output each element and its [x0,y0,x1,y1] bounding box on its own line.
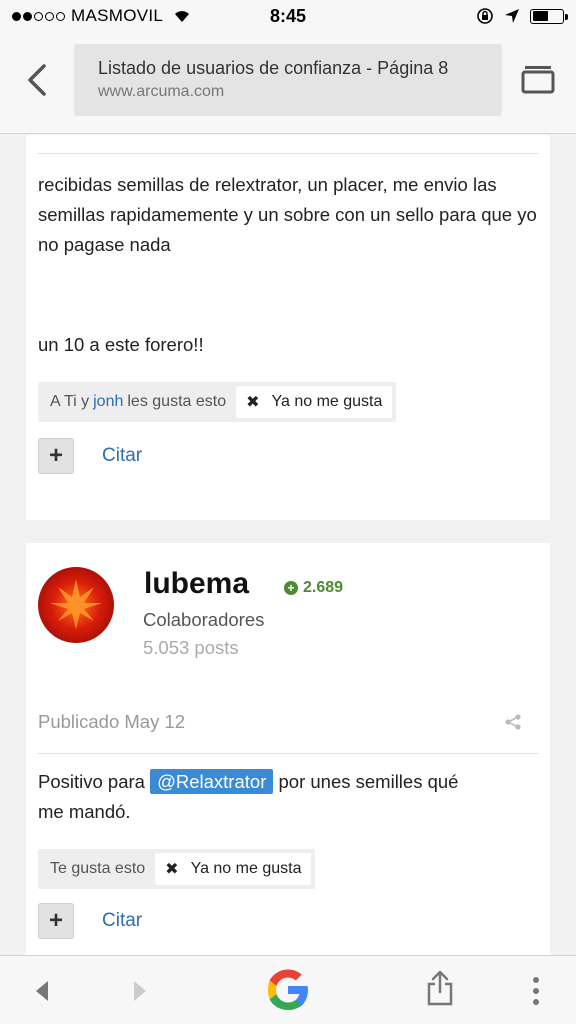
post-card: lubema + 2.689 Colaboradores 5.053 posts… [26,543,550,955]
tabs-icon[interactable] [521,64,555,94]
browser-toolbar: Listado de usuarios de confianza - Págin… [0,32,576,134]
reaction-text: Te gusta esto [50,860,146,877]
close-icon: ✖ [165,861,179,878]
plus-circle-icon: + [284,581,298,595]
share-upload-icon[interactable] [426,970,454,1006]
reputation-value: 2.689 [303,579,344,596]
leaf-icon [50,579,102,629]
signal-strength-icon [12,11,65,21]
post-date: Publicado May 12 [38,711,186,732]
back-icon[interactable] [32,978,52,1004]
lock-rotation-icon [477,8,493,24]
reaction-suffix: les gusta esto [127,393,227,410]
page-domain: www.arcuma.com [98,83,225,100]
unlike-label: Ya no me gusta [271,393,383,410]
post-paragraph: recibidas semillas de relextrator, un pl… [38,174,537,255]
multiquote-button[interactable]: + [38,438,74,474]
battery-icon [530,8,568,24]
author-name[interactable]: lubema [144,567,249,601]
multiquote-button[interactable]: + [38,903,74,939]
avatar[interactable] [38,567,114,643]
clock: 8:45 [269,5,307,26]
author-post-count: 5.053 posts [143,637,239,658]
google-icon[interactable] [264,966,312,1014]
author-group: Colaboradores [143,609,265,630]
back-arrow-icon[interactable] [22,62,54,98]
reputation-badge: + 2.689 [284,579,343,597]
reactions-bar: A Ti y jonh les gusta esto ✖ Ya no me gu… [38,382,397,422]
wifi-icon [175,11,190,22]
post-divider [38,753,538,754]
post-card: recibidas semillas de relextrator, un pl… [26,135,550,520]
mention-link[interactable]: @Relaxtrator [150,769,274,794]
plus-icon: + [48,442,63,469]
page-title: Listado de usuarios de confianza - Págin… [98,58,449,78]
post-paragraph: Positivo para @Relaxtrator por unes semi… [26,767,496,827]
carrier-name: MASMOVIL [71,6,164,25]
address-bar[interactable]: Listado de usuarios de confianza - Págin… [74,44,502,116]
plus-icon: + [48,907,63,934]
post-divider [38,153,538,154]
user-link[interactable]: jonh [93,393,123,411]
unlike-label: Ya no me gusta [190,860,302,877]
reaction-prefix: A Ti y [50,393,90,410]
quote-button[interactable]: Citar [102,445,142,467]
bottom-toolbar [0,955,576,1024]
close-icon: ✖ [246,394,260,411]
status-bar: MASMOVIL 8:45 [0,0,576,32]
post-text-part: Positivo para [38,771,151,792]
reactions-bar: Te gusta esto ✖ Ya no me gusta [38,849,316,889]
unlike-button[interactable]: ✖ Ya no me gusta [155,853,312,885]
share-icon[interactable] [504,713,522,731]
post-paragraph: un 10 a este forero!! [38,334,204,355]
quote-button[interactable]: Citar [102,910,142,932]
thread-content[interactable]: recibidas semillas de relextrator, un pl… [0,135,576,955]
forward-icon[interactable] [130,978,150,1004]
location-arrow-icon [505,9,519,23]
more-vertical-icon[interactable] [530,976,542,1006]
unlike-button[interactable]: ✖ Ya no me gusta [236,386,393,418]
